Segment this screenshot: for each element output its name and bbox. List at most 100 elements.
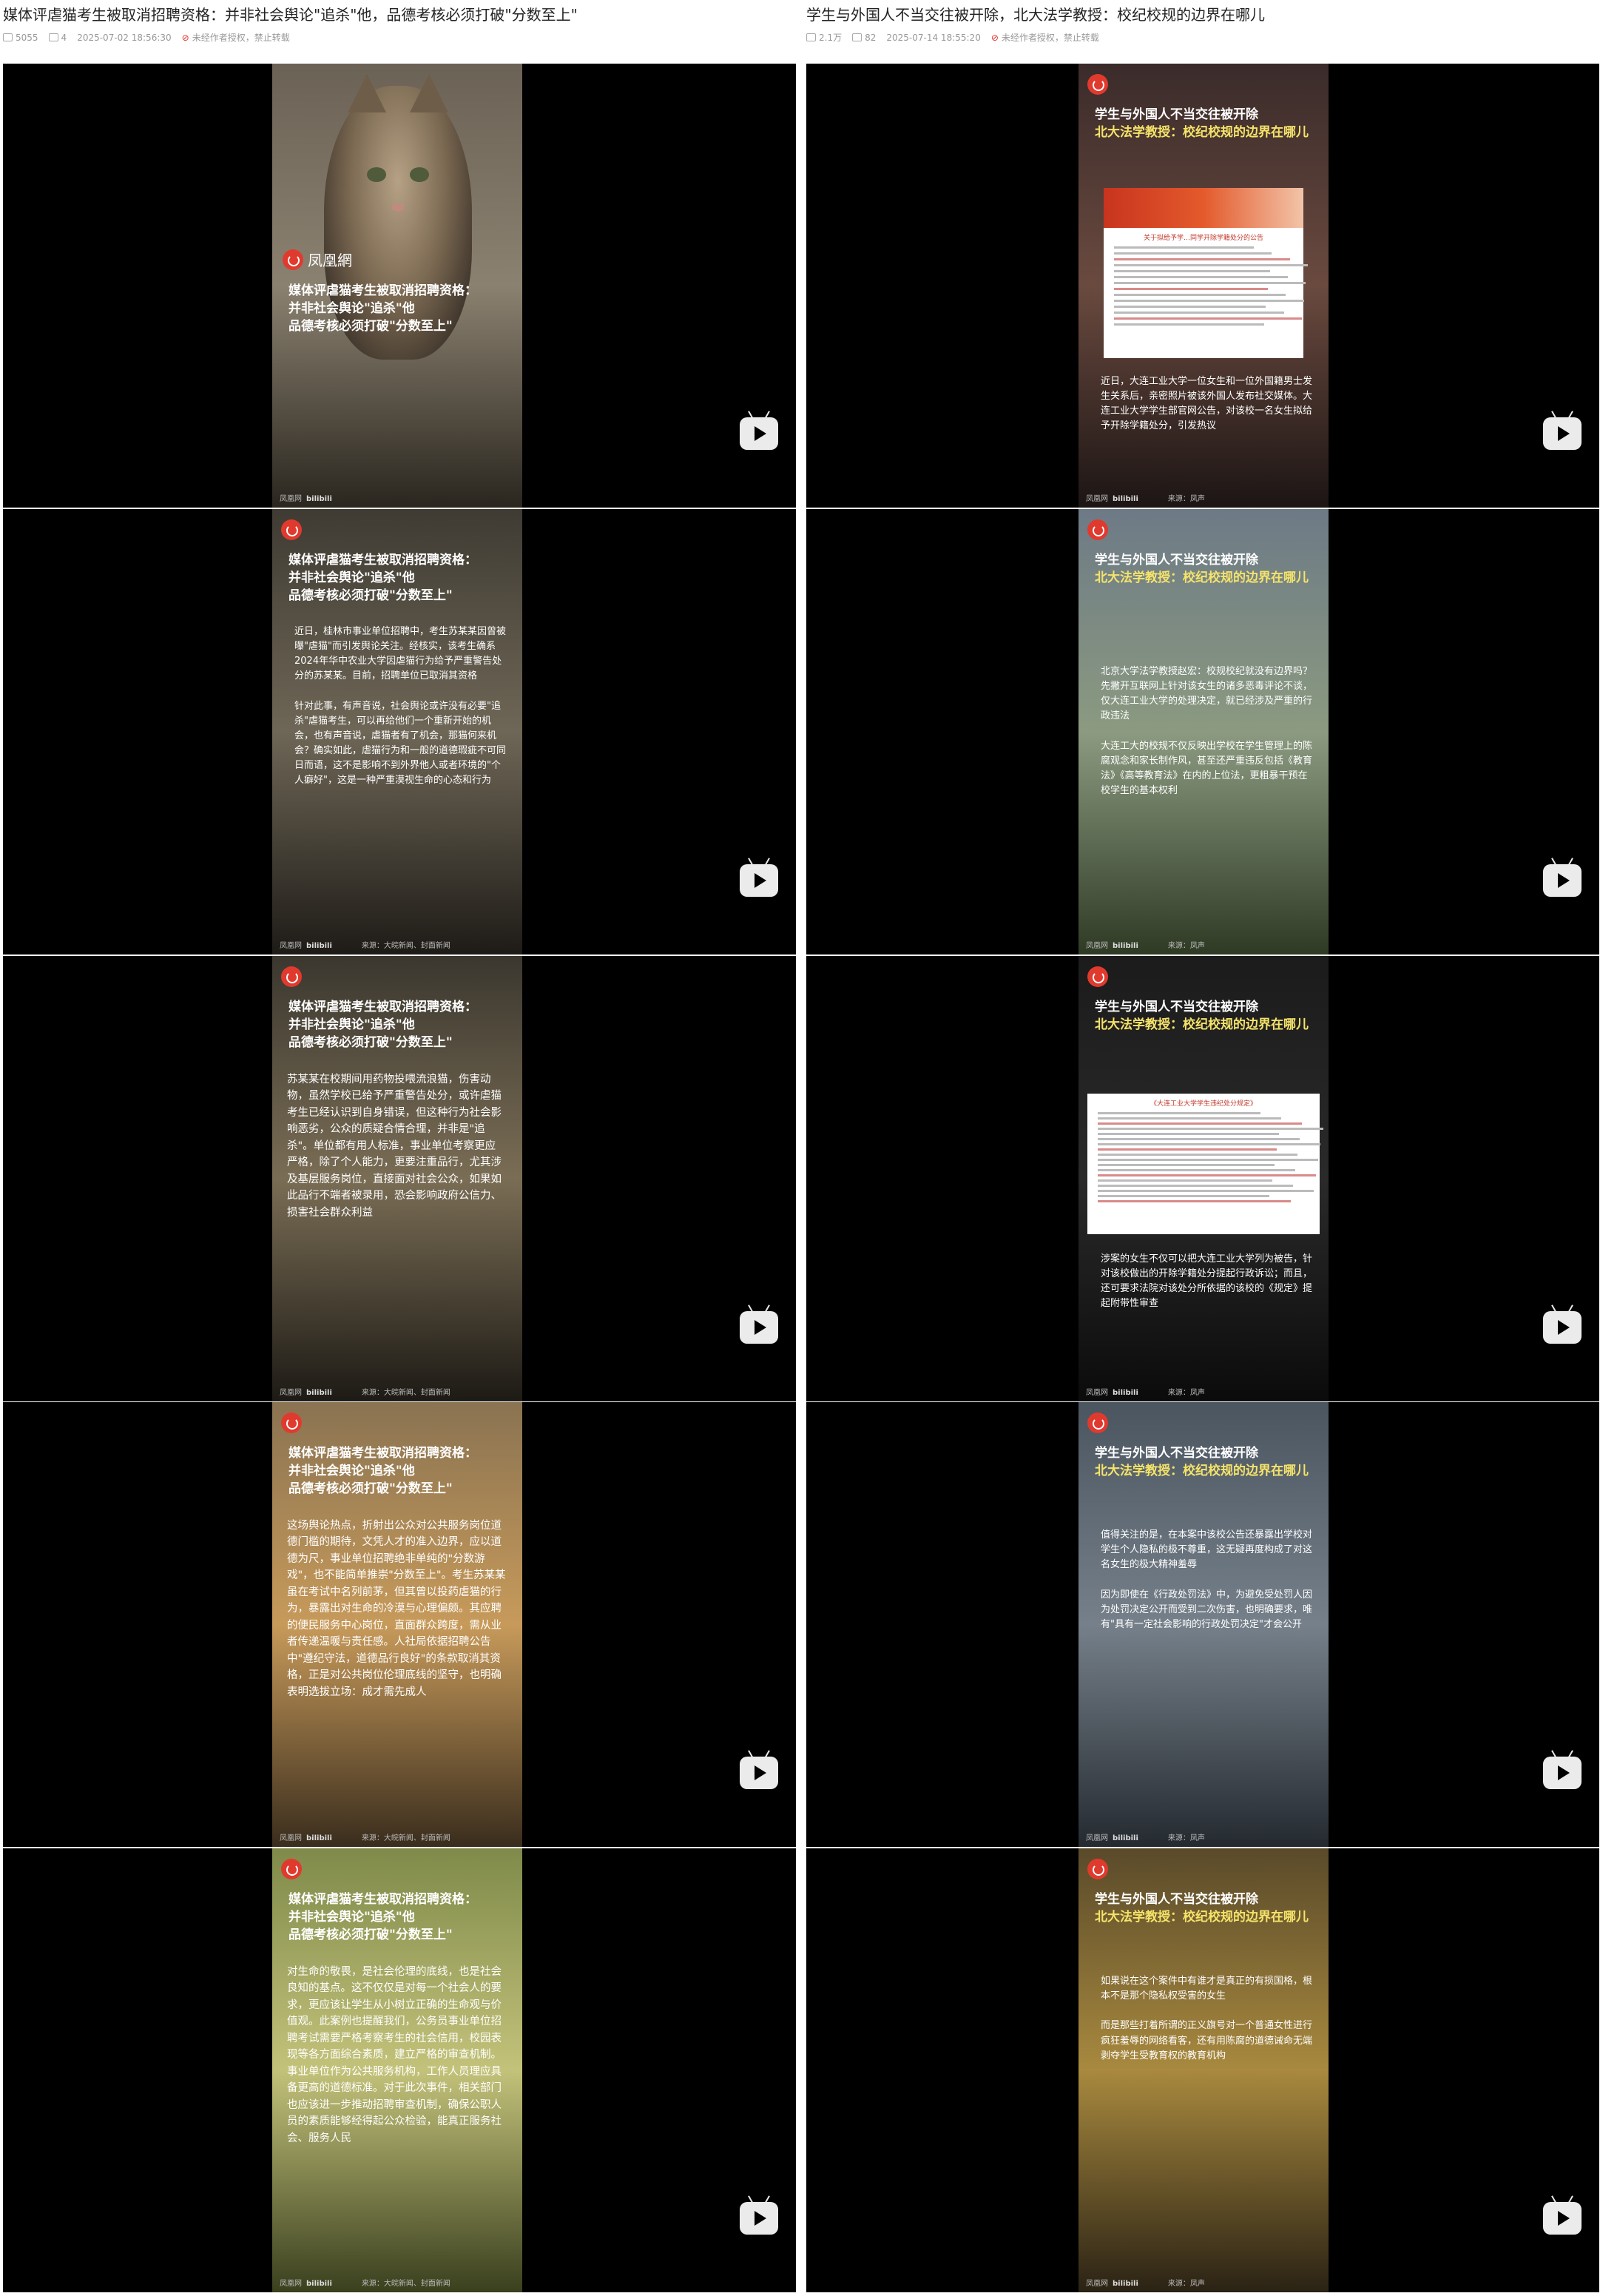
bilibili-play-button[interactable] — [1543, 417, 1582, 450]
document-heading: 《大连工业大学学生违纪处分规定》 — [1150, 1100, 1257, 1108]
bilibili-play-button[interactable] — [740, 2202, 778, 2235]
footer-source: 来源：凤声 — [1167, 1834, 1205, 1842]
video-headline: 学生与外国人不当交往被开除 北大法学教授：校纪校规的边界在哪儿 — [1095, 1891, 1309, 1927]
video-content: 媒体评虐猫考生被取消招聘资格： 并非社会舆论"追杀"他 品德考核必须打破"分数至上"… — [272, 1848, 522, 2292]
video-frame[interactable]: 学生与外国人不当交往被开除 北大法学教授：校纪校规的边界在哪儿如果说在这个案件中有… — [806, 1848, 1599, 2292]
video-caption: 涉案的女生不仅可以把大连工业大学列为被告，针对该校做出的开除学籍处分提起行政诉讼… — [1101, 1253, 1313, 1310]
headline-line: 北大法学教授：校纪校规的边界在哪儿 — [1095, 1017, 1309, 1032]
headline-line: 媒体评虐猫考生被取消招聘资格： — [288, 1892, 477, 1907]
footer-brand-text: 凤凰网 — [1086, 942, 1108, 950]
bilibili-play-button[interactable] — [740, 1757, 778, 1789]
bilibili-logo: bilibili — [1113, 495, 1138, 503]
video-footer: 凤凰网 bilibili 来源：凤声 — [1086, 1831, 1205, 1842]
headline-line: 北大法学教授：校纪校规的边界在哪儿 — [1095, 570, 1309, 585]
comment-icon — [852, 33, 863, 41]
video-frame[interactable]: 媒体评虐猫考生被取消招聘资格： 并非社会舆论"追杀"他 品德考核必须打破"分数至上"… — [3, 509, 796, 955]
footer-source: 来源：大皖新闻、封面新闻 — [361, 1389, 450, 1397]
video-caption: 如果说在这个案件中有谁才是真正的有损国格，根本不是那个隐私权受害的女生 而是那些… — [1101, 1976, 1313, 2061]
video-caption: 北京大学法学教授赵宏：校规校纪就没有边界吗？先撇开互联网上针对该女生的诸多恶毒评… — [1101, 666, 1313, 797]
video-headline: 学生与外国人不当交往被开除 北大法学教授：校纪校规的边界在哪儿 — [1095, 107, 1309, 142]
headline-line: 媒体评虐猫考生被取消招聘资格： — [288, 553, 477, 568]
headline-line: 品德考核必须打破"分数至上" — [288, 1481, 453, 1496]
video-content: 媒体评虐猫考生被取消招聘资格： 并非社会舆论"追杀"他 品德考核必须打破"分数至上"… — [272, 1402, 522, 1847]
footer-source: 来源：凤声 — [1167, 2280, 1205, 2288]
ifeng-logo — [1087, 1413, 1108, 1433]
document-text-line — [1114, 312, 1284, 314]
document-text-line — [1114, 288, 1268, 290]
video-frame[interactable]: 学生与外国人不当交往被开除 北大法学教授：校纪校规的边界在哪儿 北京大学法学教授赵宏… — [806, 509, 1599, 955]
footer-brand-text: 凤凰网 — [280, 1834, 302, 1842]
play-icon — [1558, 873, 1570, 888]
no-repost-icon: ⊘ — [181, 32, 189, 43]
document-text-line — [1114, 276, 1288, 278]
ifeng-logo-icon — [1087, 966, 1108, 987]
ifeng-logo — [281, 966, 302, 987]
ifeng-logo-icon — [281, 519, 302, 540]
video-frame[interactable]: 凤凰網 媒体评虐猫考生被取消招聘资格： 并非社会舆论"追杀"他 品德考核必须打破"分数… — [3, 64, 796, 508]
document-text-line — [1098, 1159, 1319, 1161]
bilibili-play-button[interactable] — [1543, 1311, 1582, 1344]
video-caption: 苏某某在校期间用药物投喂流浪猫，伤害动物，虽然学校已给予严重警告处分，或许虐猫考… — [287, 1074, 502, 1219]
footer-brand-text: 凤凰网 — [280, 1389, 302, 1397]
document-text-line — [1098, 1164, 1275, 1166]
footer-brand-text: 凤凰网 — [280, 2280, 302, 2288]
footer-brand: 凤凰网 bilibili — [280, 1386, 332, 1397]
copyright-notice: 未经作者授权，禁止转载 — [192, 33, 290, 43]
video-content: 学生与外国人不当交往被开除 北大法学教授：校纪校规的边界在哪儿值得关注的是，在本案… — [1079, 1402, 1329, 1847]
video-headline: 学生与外国人不当交往被开除 北大法学教授：校纪校规的边界在哪儿 — [1095, 1445, 1309, 1481]
video-frame[interactable]: 学生与外国人不当交往被开除 北大法学教授：校纪校规的边界在哪儿关于拟给予学…同学开… — [806, 64, 1599, 508]
bilibili-logo: bilibili — [306, 2280, 332, 2288]
video-title[interactable]: 学生与外国人不当交往被开除，北大法学教授：校纪校规的边界在哪儿 — [806, 3, 1265, 24]
document-text-line — [1114, 294, 1286, 296]
video-frame[interactable]: 媒体评虐猫考生被取消招聘资格： 并非社会舆论"追杀"他 品德考核必须打破"分数至上"… — [3, 956, 796, 1401]
ifeng-logo-icon — [1087, 74, 1108, 95]
footer-brand: 凤凰网 bilibili — [1086, 492, 1138, 503]
bilibili-play-button[interactable] — [1543, 864, 1582, 897]
notice-document-image: 关于拟给予学…同学开除学籍处分的公告 — [1104, 188, 1308, 358]
comment-icon — [48, 33, 58, 41]
document-text-line — [1098, 1174, 1317, 1176]
video-frame[interactable]: 媒体评虐猫考生被取消招聘资格： 并非社会舆论"追杀"他 品德考核必须打破"分数至上"… — [3, 1402, 796, 1847]
document-text-line — [1098, 1117, 1282, 1120]
footer-brand: 凤凰网 bilibili — [1086, 1386, 1138, 1397]
video-headline: 媒体评虐猫考生被取消招聘资格： 并非社会舆论"追杀"他 品德考核必须打破"分数至上" — [288, 552, 477, 605]
document-text-line — [1098, 1190, 1314, 1192]
video-title[interactable]: 媒体评虐猫考生被取消招聘资格：并非社会舆论"追杀"他，品德考核必须打破"分数至上… — [3, 3, 578, 24]
document-text-line — [1098, 1133, 1279, 1135]
document-heading: 关于拟给予学…同学开除学籍处分的公告 — [1143, 235, 1263, 242]
play-icon — [1558, 426, 1570, 441]
document-text-line — [1098, 1143, 1321, 1145]
video-caption: 值得关注的是，在本案中该校公告还暴露出学校对学生个人隐私的极不尊重，这无疑再度构… — [1101, 1529, 1313, 1630]
document-text-line — [1098, 1200, 1291, 1202]
video-headline: 媒体评虐猫考生被取消招聘资格： 并非社会舆论"追杀"他 品德考核必须打破"分数至上" — [288, 999, 477, 1051]
video-frame[interactable]: 学生与外国人不当交往被开除 北大法学教授：校纪校规的边界在哪儿值得关注的是，在本案… — [806, 1402, 1599, 1847]
footer-brand: 凤凰网 bilibili — [1086, 1831, 1138, 1842]
play-icon — [755, 426, 766, 441]
comment-count: 82 — [865, 32, 877, 43]
video-frame[interactable]: 媒体评虐猫考生被取消招聘资格： 并非社会舆论"追杀"他 品德考核必须打破"分数至上"… — [3, 1848, 796, 2292]
headline-line: 品德考核必须打破"分数至上" — [288, 588, 453, 603]
view-count: 2.1万 — [819, 33, 843, 43]
video-headline: 媒体评虐猫考生被取消招聘资格： 并非社会舆论"追杀"他 品德考核必须打破"分数至上" — [288, 283, 477, 335]
headline-line: 学生与外国人不当交往被开除 — [1095, 1446, 1258, 1461]
footer-brand: 凤凰网 bilibili — [280, 2277, 332, 2288]
bilibili-play-button[interactable] — [1543, 1757, 1582, 1789]
headline-line: 并非社会舆论"追杀"他 — [288, 300, 415, 316]
video-content: 学生与外国人不当交往被开除 北大法学教授：校纪校规的边界在哪儿 《大连工业大学学生违… — [1079, 956, 1329, 1401]
document-text-line — [1114, 252, 1272, 255]
video-content: 学生与外国人不当交往被开除 北大法学教授：校纪校规的边界在哪儿 北京大学法学教授赵宏… — [1079, 509, 1329, 955]
footer-source: 来源：凤声 — [1167, 1389, 1205, 1397]
no-repost-icon: ⊘ — [990, 32, 999, 43]
footer-brand-text: 凤凰网 — [1086, 1389, 1108, 1397]
bilibili-play-button[interactable] — [740, 864, 778, 897]
bilibili-play-button[interactable] — [740, 1311, 778, 1344]
document-text-line — [1114, 306, 1266, 308]
view-count: 5055 — [16, 32, 38, 43]
video-footer: 凤凰网 bilibili 来源：凤声 — [1086, 1386, 1205, 1397]
ifeng-logo — [1087, 1859, 1108, 1879]
footer-brand: 凤凰网 bilibili — [280, 939, 332, 950]
document-text-line — [1114, 300, 1304, 302]
bilibili-play-button[interactable] — [740, 417, 778, 450]
bilibili-play-button[interactable] — [1543, 2202, 1582, 2235]
video-frame[interactable]: 学生与外国人不当交往被开除 北大法学教授：校纪校规的边界在哪儿 《大连工业大学学生违… — [806, 956, 1599, 1401]
